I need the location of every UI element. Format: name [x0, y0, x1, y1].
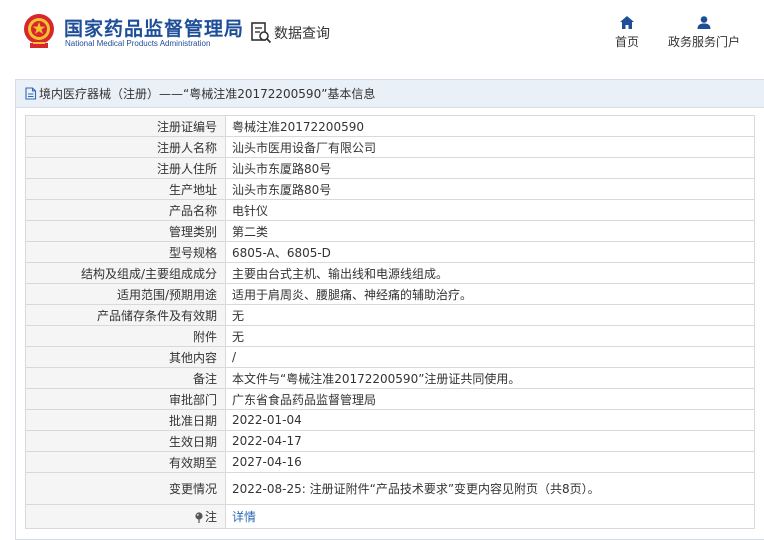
table-row: 生效日期 2022-04-17 [25, 430, 755, 452]
table-row: 型号规格 6805-A、6805-D [25, 241, 755, 263]
row-label: 其他内容 [25, 346, 226, 368]
table-row: 生产地址 汕头市东厦路80号 [25, 178, 755, 200]
row-label: 备注 [25, 367, 226, 389]
nav-gov-services-label: 政务服务门户 [667, 35, 740, 49]
row-value: 第二类 [225, 220, 755, 242]
panel-title-bar: 境内医疗器械（注册）——“粤械注准20172200590”基本信息 [16, 80, 764, 108]
table-row: 适用范围/预期用途 适用于肩周炎、腰腿痛、神经痛的辅助治疗。 [25, 283, 755, 305]
row-label: 结构及组成/主要组成成分 [25, 262, 226, 284]
row-label: 注册证编号 [25, 115, 226, 137]
row-value: 2022-08-25: 注册证附件“产品技术要求”变更内容见附页（共8页）。 [225, 472, 755, 505]
user-icon [697, 16, 711, 29]
row-label: 产品名称 [25, 199, 226, 221]
table-row: 变更情况 2022-08-25: 注册证附件“产品技术要求”变更内容见附页（共8… [25, 472, 755, 505]
table-row: 产品储存条件及有效期 无 [25, 304, 755, 326]
note-label-cell: 注 [25, 504, 226, 529]
row-value: / [225, 346, 755, 368]
site-header: 国家药品监督管理局 National Medical Products Admi… [0, 0, 764, 68]
table-row: 注册人名称 汕头市医用设备厂有限公司 [25, 136, 755, 158]
nav-home-label: 首页 [614, 35, 639, 49]
row-label: 生产地址 [25, 178, 226, 200]
row-value: 无 [225, 325, 755, 347]
row-value: 无 [225, 304, 755, 326]
data-query-label: 数据查询 [274, 26, 330, 42]
row-value: 6805-A、6805-D [225, 241, 755, 263]
row-label: 附件 [25, 325, 226, 347]
table-row: 产品名称 电针仪 [25, 199, 755, 221]
row-label: 注册人住所 [25, 157, 226, 179]
row-label: 生效日期 [25, 430, 226, 452]
row-value: 汕头市东厦路80号 [225, 157, 755, 179]
row-value: 广东省食品药品监督管理局 [225, 388, 755, 410]
table-row: 注册证编号 粤械注准20172200590 [25, 115, 755, 137]
national-emblem-icon [24, 14, 54, 48]
row-label: 产品储存条件及有效期 [25, 304, 226, 326]
row-value: 2027-04-16 [225, 451, 755, 473]
note-row: 注 详情 [25, 504, 755, 529]
row-value: 本文件与“粤械注准20172200590”注册证共同使用。 [225, 367, 755, 389]
details-link[interactable]: 详情 [232, 510, 256, 524]
row-value: 主要由台式主机、输出线和电源线组成。 [225, 262, 755, 284]
note-value-cell: 详情 [225, 504, 755, 529]
row-label: 有效期至 [25, 451, 226, 473]
table-row: 备注 本文件与“粤械注准20172200590”注册证共同使用。 [25, 367, 755, 389]
data-query-link[interactable]: 数据查询 [250, 20, 330, 46]
row-value: 2022-04-17 [225, 430, 755, 452]
row-label: 适用范围/预期用途 [25, 283, 226, 305]
data-query-icon [251, 22, 272, 44]
home-icon [620, 16, 634, 29]
row-label: 批准日期 [25, 409, 226, 431]
registration-info-table: 注册证编号 粤械注准20172200590 注册人名称 汕头市医用设备厂有限公司… [25, 115, 755, 529]
document-icon [25, 87, 37, 100]
row-label: 管理类别 [25, 220, 226, 242]
table-row: 结构及组成/主要组成成分 主要由台式主机、输出线和电源线组成。 [25, 262, 755, 284]
table-row: 附件 无 [25, 325, 755, 347]
pin-icon [195, 512, 203, 523]
table-row: 审批部门 广东省食品药品监督管理局 [25, 388, 755, 410]
row-value: 粤械注准20172200590 [225, 115, 755, 137]
site-name-cn[interactable]: 国家药品监督管理局 [64, 14, 244, 41]
row-value: 2022-01-04 [225, 409, 755, 431]
nav-home[interactable]: 首页 [612, 16, 642, 50]
table-row: 有效期至 2027-04-16 [25, 451, 755, 473]
panel-title: 境内医疗器械（注册）——“粤械注准20172200590”基本信息 [39, 87, 376, 101]
table-row: 其他内容 / [25, 346, 755, 368]
row-label: 型号规格 [25, 241, 226, 263]
row-label: 注册人名称 [25, 136, 226, 158]
detail-panel: 境内医疗器械（注册）——“粤械注准20172200590”基本信息 注册证编号 … [15, 79, 764, 540]
row-value: 适用于肩周炎、腰腿痛、神经痛的辅助治疗。 [225, 283, 755, 305]
row-label: 审批部门 [25, 388, 226, 410]
row-value: 电针仪 [225, 199, 755, 221]
site-name-en: National Medical Products Administration [65, 39, 211, 48]
row-label: 变更情况 [25, 472, 226, 505]
row-value: 汕头市东厦路80号 [225, 178, 755, 200]
note-label: 注 [204, 510, 217, 524]
table-row: 管理类别 第二类 [25, 220, 755, 242]
table-row: 注册人住所 汕头市东厦路80号 [25, 157, 755, 179]
table-row: 批准日期 2022-01-04 [25, 409, 755, 431]
nav-gov-services[interactable]: 政务服务门户 [664, 16, 744, 50]
row-value: 汕头市医用设备厂有限公司 [225, 136, 755, 158]
